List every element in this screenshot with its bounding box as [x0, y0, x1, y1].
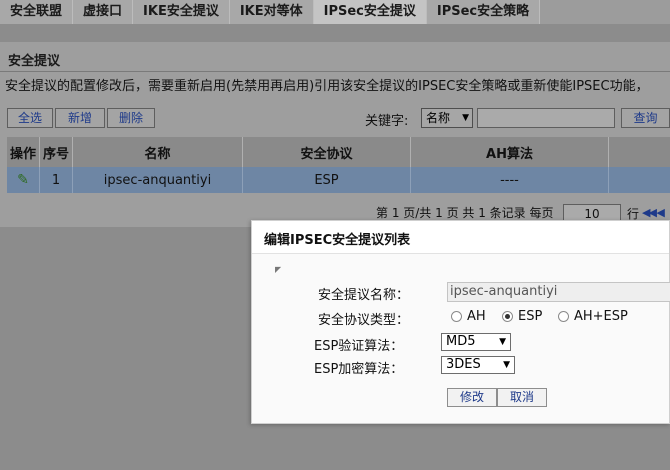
tab-ipsec-policy[interactable]: IPSec安全策略: [426, 0, 541, 24]
esp-enc-value: 3DES: [446, 357, 481, 372]
tab-virtual-interface[interactable]: 虚接口: [73, 0, 134, 24]
tab-bar: 安全联盟 虚接口 IKE安全提议 IKE对等体 IPSec安全提议 IPSec安…: [0, 0, 670, 24]
radio-ah-label: AH: [467, 309, 486, 324]
proposal-panel: 安全提议 安全提议的配置修改后，需要重新启用(先禁用再启用)引用该安全提议的IP…: [0, 42, 670, 227]
radio-ah-dot: [451, 311, 462, 322]
radio-ah-esp-dot: [558, 311, 569, 322]
header-ah-algorithm: AH算法: [411, 137, 609, 167]
delete-button[interactable]: 删除: [107, 108, 155, 128]
edit-proposal-dialog: 编辑IPSEC安全提议列表 ◤ 安全提议名称： ipsec-anquantiyi…: [251, 220, 670, 424]
header-protocol: 安全协议: [243, 137, 411, 167]
add-button[interactable]: 新增: [55, 108, 105, 128]
table-row[interactable]: ✎ 1 ipsec-anquantiyi ESP ----: [7, 167, 670, 193]
keyword-input[interactable]: [477, 108, 615, 128]
radio-ah-esp-label: AH+ESP: [574, 309, 628, 324]
radio-ah[interactable]: AH: [451, 309, 486, 324]
chevron-down-icon: ▼: [503, 360, 510, 370]
row-protocol: ESP: [243, 167, 411, 193]
radio-esp[interactable]: ESP: [502, 309, 542, 324]
chevron-down-icon: ▼: [462, 113, 469, 123]
modify-button[interactable]: 修改: [447, 388, 497, 407]
tab-ike-peer[interactable]: IKE对等体: [229, 0, 314, 24]
toolbar: 全选 新增 删除 关键字: 名称 ▼ 查询: [7, 108, 670, 130]
name-label: 安全提议名称：: [318, 288, 410, 303]
search-button[interactable]: 查询: [621, 108, 670, 128]
tab-ike-proposal[interactable]: IKE安全提议: [133, 0, 230, 24]
protocol-radio-group: AH ESP AH+ESP: [451, 309, 670, 327]
tab-security-alliance[interactable]: 安全联盟: [0, 0, 74, 24]
esp-auth-label: ESP验证算法：: [314, 339, 404, 354]
panel-divider: [0, 71, 670, 72]
resize-mark-icon: ◤: [275, 265, 282, 274]
radio-ah-esp[interactable]: AH+ESP: [558, 309, 628, 324]
radio-esp-label: ESP: [518, 309, 543, 324]
header-name: 名称: [73, 137, 243, 167]
table-header: 操作 序号 名称 安全协议 AH算法: [7, 137, 670, 167]
config-notice: 安全提议的配置修改后，需要重新启用(先禁用再启用)引用该安全提议的IPSEC安全…: [5, 79, 649, 94]
first-prev-page-icon[interactable]: ◀◀ ◀: [642, 206, 665, 219]
row-extra: [609, 167, 670, 193]
tab-ipsec-proposal[interactable]: IPSec安全提议: [313, 0, 427, 24]
keyword-label: 关键字:: [365, 114, 409, 129]
pagination-text: 第 1 页/共 1 页 共 1 条记录 每页: [376, 206, 554, 220]
dialog-title: 编辑IPSEC安全提议列表: [264, 233, 411, 248]
dialog-header: 编辑IPSEC安全提议列表: [252, 221, 669, 254]
esp-enc-select[interactable]: 3DES ▼: [441, 356, 515, 374]
pencil-icon[interactable]: ✎: [17, 172, 29, 188]
keyword-field-value: 名称: [426, 111, 451, 125]
radio-esp-dot: [502, 311, 513, 322]
select-all-button[interactable]: 全选: [7, 108, 53, 128]
esp-enc-label: ESP加密算法：: [314, 362, 404, 377]
tab-strip: [0, 24, 670, 42]
tab-bar-filler: [540, 0, 670, 24]
cancel-button[interactable]: 取消: [497, 388, 547, 407]
protocol-label: 安全协议类型：: [318, 313, 410, 328]
header-index: 序号: [40, 137, 73, 167]
header-action: 操作: [7, 137, 40, 167]
panel-title: 安全提议: [8, 54, 61, 69]
proposal-table: 操作 序号 名称 安全协议 AH算法 ✎ 1 ipsec-anquantiyi …: [7, 137, 670, 193]
esp-auth-value: MD5: [446, 334, 476, 349]
row-index: 1: [40, 167, 73, 193]
row-ah-algorithm: ----: [411, 167, 609, 193]
keyword-field-select[interactable]: 名称 ▼: [421, 108, 473, 128]
row-name: ipsec-anquantiyi: [73, 167, 243, 193]
proposal-name-input[interactable]: ipsec-anquantiyi: [447, 282, 670, 302]
chevron-down-icon: ▼: [499, 337, 506, 347]
esp-auth-select[interactable]: MD5 ▼: [441, 333, 511, 351]
header-extra: [609, 137, 670, 167]
row-action-cell: ✎: [7, 167, 40, 193]
